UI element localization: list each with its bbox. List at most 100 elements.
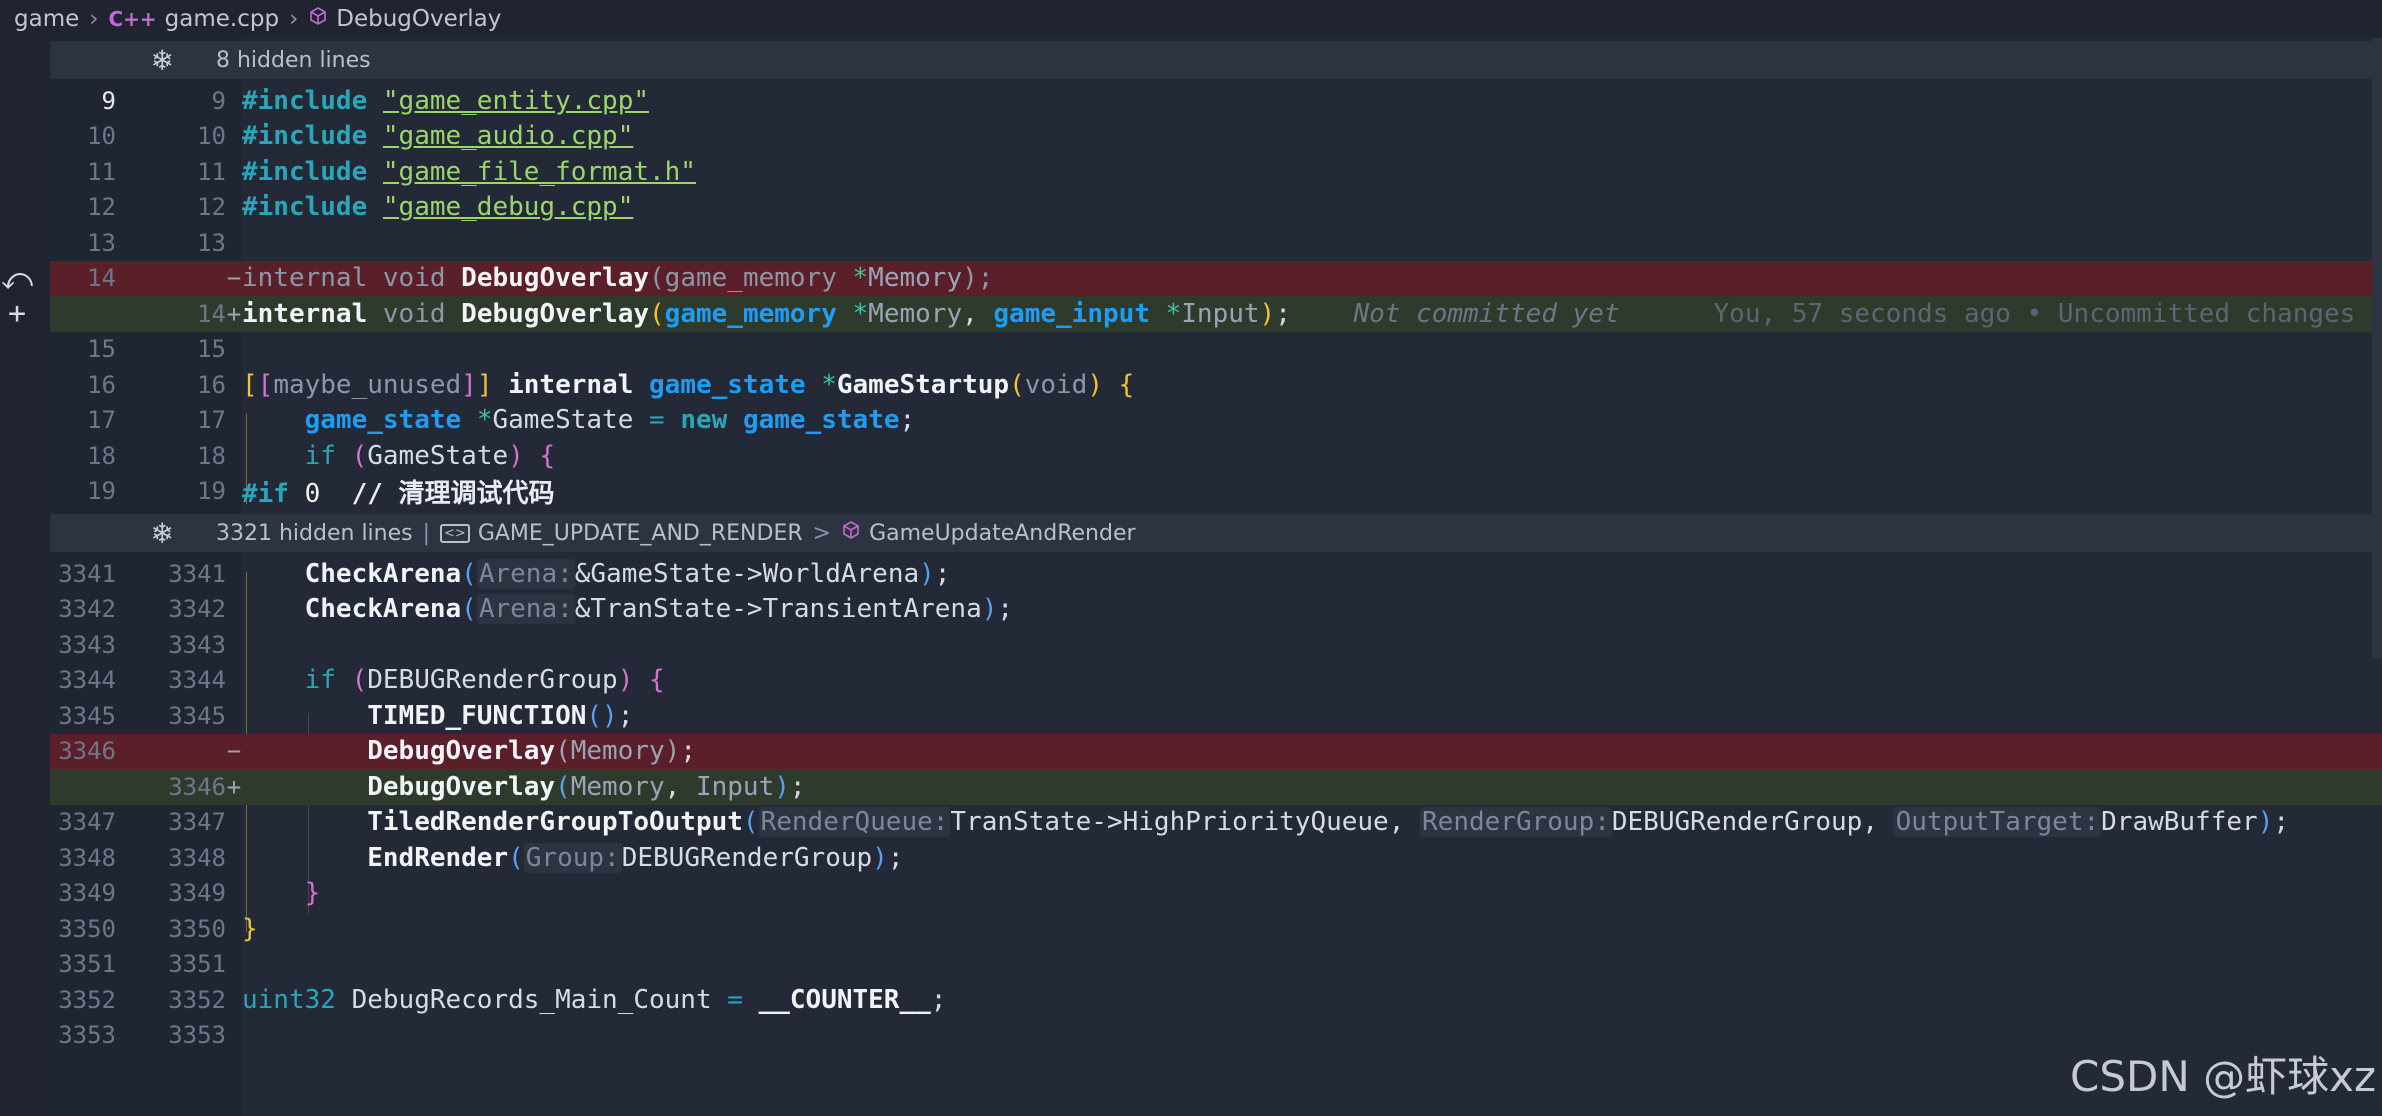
new-line-number: 3351	[168, 950, 226, 979]
blame-detail: You, 57 seconds ago • Uncommitted change…	[1713, 298, 2356, 329]
fold-separator: |	[422, 520, 431, 546]
chevron-right-icon: ›	[89, 6, 99, 32]
new-line-number: 16	[197, 370, 226, 399]
new-line-number: 11	[197, 157, 226, 186]
old-line-number: 3351	[58, 950, 116, 979]
cpp-file-icon: C++	[108, 7, 157, 31]
code-line[interactable]: 3353 3353	[50, 1018, 2382, 1054]
code-line[interactable]: 12 12 #include "game_debug.cpp"	[50, 190, 2382, 226]
code-text: #include "game_entity.cpp"	[242, 85, 649, 116]
code-line[interactable]: 3352 3352 uint32 DebugRecords_Main_Count…	[50, 982, 2382, 1018]
chevron-right-icon: ›	[289, 6, 299, 32]
deleted-line[interactable]: 14 − internal void DebugOverlay(game_mem…	[50, 260, 2382, 296]
code-line[interactable]: 11 11 #include "game_file_format.h"	[50, 154, 2382, 190]
fold-symbol[interactable]: GameUpdateAndRender	[869, 521, 1135, 546]
revert-icon[interactable]: ⤺	[0, 262, 34, 297]
new-line-number: 12	[197, 193, 226, 222]
fold-macro[interactable]: GAME_UPDATE_AND_RENDER	[478, 521, 803, 546]
code-text: #include "game_file_format.h"	[242, 156, 696, 187]
code-text: TIMED_FUNCTION();	[367, 700, 634, 731]
code-line[interactable]: 19 19 #if 0 // 清理调试代码	[50, 474, 2382, 510]
chevron-right-icon: >	[812, 520, 832, 546]
hidden-lines-fold[interactable]: ❄ 3321 hidden lines | <> GAME_UPDATE_AND…	[50, 514, 2382, 552]
old-line-number: 10	[87, 122, 116, 151]
old-line-number: 9	[101, 86, 116, 115]
new-line-number: 3348	[168, 843, 226, 872]
code-line[interactable]: 3341 3341 CheckArena(Arena:&GameState->W…	[50, 556, 2382, 592]
new-line-number: 18	[197, 441, 226, 470]
added-line[interactable]: 14 + internal void DebugOverlay(game_mem…	[50, 296, 2382, 332]
code-text: }	[242, 913, 258, 944]
breadcrumb-file[interactable]: game.cpp	[165, 6, 279, 32]
diff-marker: −	[226, 737, 242, 766]
code-line[interactable]: 3348 3348 EndRender(Group:DEBUGRenderGro…	[50, 840, 2382, 876]
old-line-number: 16	[87, 370, 116, 399]
old-line-number: 3353	[58, 1021, 116, 1050]
old-line-number: 18	[87, 441, 116, 470]
old-line-number: 3352	[58, 985, 116, 1014]
new-line-number: 19	[197, 477, 226, 506]
code-line[interactable]: 3349 3349 }	[50, 876, 2382, 912]
macro-icon: <>	[440, 523, 470, 543]
add-icon[interactable]: +	[0, 296, 34, 331]
code-text: if (DEBUGRenderGroup) {	[304, 665, 665, 696]
old-line-number: 3345	[58, 701, 116, 730]
code-line[interactable]: 3344 3344 if (DEBUGRenderGroup) {	[50, 663, 2382, 699]
diff-marker: +	[226, 299, 242, 328]
code-line[interactable]: 3347 3347 TiledRenderGroupToOutput(Rende…	[50, 805, 2382, 841]
symbol-icon	[308, 6, 328, 32]
breadcrumb-root[interactable]: game	[14, 6, 79, 32]
code-text: #if 0 // 清理调试代码	[242, 478, 555, 509]
code-text: TiledRenderGroupToOutput(RenderQueue:Tra…	[367, 807, 2289, 838]
code-line[interactable]: 16 16 [[maybe_unused]] internal game_sta…	[50, 367, 2382, 403]
hidden-lines-fold[interactable]: ❄ 8 hidden lines	[50, 41, 2382, 79]
code-text: #include "game_debug.cpp"	[242, 192, 634, 223]
code-line[interactable]: 3351 3351	[50, 947, 2382, 983]
diff-marker: −	[226, 264, 242, 293]
code-line[interactable]: 9 9 #include "game_entity.cpp"	[50, 83, 2382, 119]
code-text: internal void DebugOverlay(game_memory *…	[242, 298, 2356, 329]
code-text: DebugOverlay(Memory, Input);	[367, 771, 806, 802]
new-line-number: 3344	[168, 666, 226, 695]
code-text: EndRender(Group:DEBUGRenderGroup);	[367, 842, 904, 873]
code-text: CheckArena(Arena:&TranState->TransientAr…	[304, 594, 1014, 625]
code-line[interactable]: 18 18 if (GameState) {	[50, 438, 2382, 474]
code-text: game_state *GameState = new game_state;	[304, 405, 916, 436]
code-text: if (GameState) {	[304, 440, 556, 471]
blame-annotation: Not committed yet	[1353, 298, 1620, 329]
code-text: internal void DebugOverlay(game_memory *…	[242, 263, 994, 294]
code-line[interactable]: 10 10 #include "game_audio.cpp"	[50, 119, 2382, 155]
new-line-number: 3342	[168, 595, 226, 624]
code-line[interactable]: 3350 3350 }	[50, 911, 2382, 947]
code-line[interactable]: 3345 3345 TIMED_FUNCTION();	[50, 698, 2382, 734]
new-line-number: 3345	[168, 701, 226, 730]
old-line-number: 12	[87, 193, 116, 222]
new-line-number: 10	[197, 122, 226, 151]
new-line-number: 13	[197, 228, 226, 257]
old-line-number: 3342	[58, 595, 116, 624]
breadcrumb-symbol[interactable]: DebugOverlay	[336, 6, 501, 32]
new-line-number: 3352	[168, 985, 226, 1014]
new-line-number: 3350	[168, 914, 226, 943]
old-line-number: 14	[87, 264, 116, 293]
new-line-number: 9	[211, 86, 226, 115]
unfold-icon[interactable]: ❄	[50, 517, 200, 550]
old-line-number: 13	[87, 228, 116, 257]
new-line-number: 3346	[168, 772, 226, 801]
code-line[interactable]: 3343 3343	[50, 627, 2382, 663]
code-text: DebugOverlay(Memory);	[367, 736, 696, 767]
code-line[interactable]: 15 15	[50, 332, 2382, 368]
unfold-icon[interactable]: ❄	[50, 44, 200, 77]
old-line-number: 15	[87, 335, 116, 364]
code-line[interactable]: 17 17 game_state *GameState = new game_s…	[50, 403, 2382, 439]
deleted-line[interactable]: 3346 − DebugOverlay(Memory);	[50, 733, 2382, 769]
code-line[interactable]: 3342 3342 CheckArena(Arena:&TranState->T…	[50, 592, 2382, 628]
old-line-number: 17	[87, 406, 116, 435]
old-line-number: 3346	[58, 737, 116, 766]
old-line-number: 11	[87, 157, 116, 186]
added-line[interactable]: 3346 + DebugOverlay(Memory, Input);	[50, 769, 2382, 805]
code-line[interactable]: 13 13	[50, 225, 2382, 261]
new-line-number: 14	[197, 299, 226, 328]
vertical-scrollbar[interactable]	[2372, 38, 2382, 658]
code-text: CheckArena(Arena:&GameState->WorldArena)…	[304, 558, 951, 589]
